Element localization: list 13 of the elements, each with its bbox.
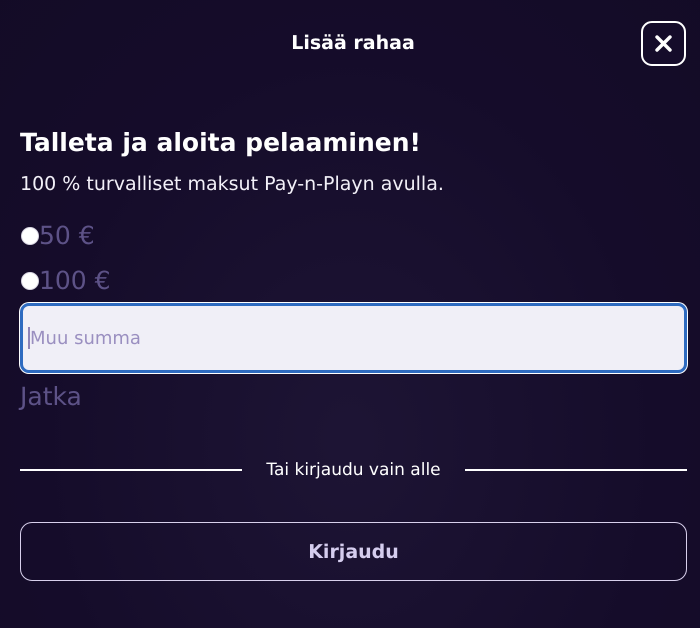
radio-button[interactable] <box>21 227 39 245</box>
close-button[interactable] <box>641 20 686 66</box>
dialog-title: Lisää rahaa <box>291 32 415 54</box>
deposit-heading: Talleta ja aloita pelaaminen! <box>20 127 421 159</box>
login-button[interactable]: Kirjaudu <box>20 522 687 581</box>
amount-option-label[interactable]: 50 € <box>39 220 95 252</box>
close-icon <box>655 34 672 52</box>
divider-text: Tai kirjaudu vain alle <box>266 460 441 480</box>
deposit-subtitle: 100 % turvalliset maksut Pay-n-Playn avulla. <box>20 172 444 196</box>
radio-button[interactable] <box>21 272 39 290</box>
text-cursor-icon <box>28 327 30 349</box>
amount-option-label[interactable]: 100 € <box>39 265 111 297</box>
amount-input[interactable]: Muu summa <box>20 303 687 373</box>
